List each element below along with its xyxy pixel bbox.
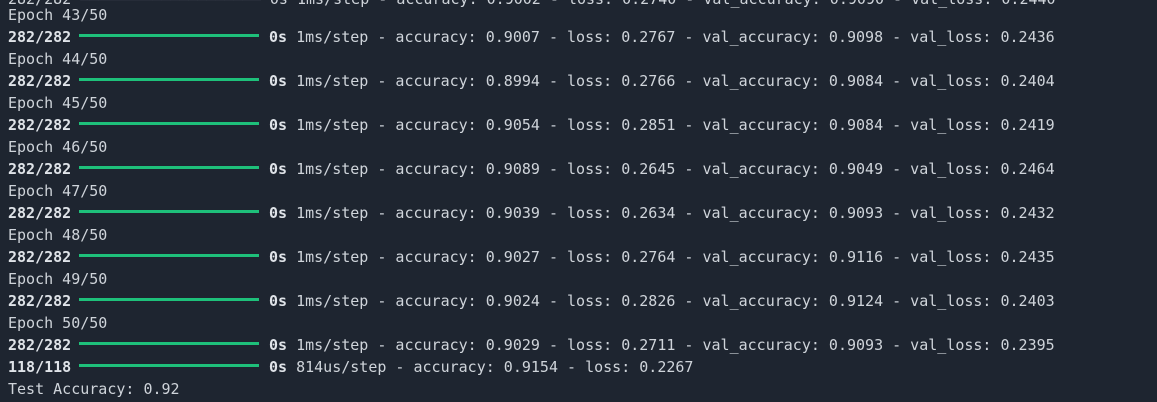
metrics-text: 814us/step - accuracy: 0.9154 - loss: 0.… — [296, 358, 694, 376]
progress-bar — [79, 78, 259, 81]
step-count: 282/282 — [8, 72, 72, 90]
test-accuracy-line: Test Accuracy: 0.92 — [8, 380, 180, 398]
clipped-previous-line: 282/282 ━━━━━━━━━━━━━━━━━━━━ 0s 1ms/step… — [8, 0, 1056, 10]
epoch-header: Epoch 44/50 — [8, 50, 108, 68]
epoch-progress-line: 282/282 0s 1ms/step - accuracy: 0.9007 - … — [8, 26, 1055, 48]
elapsed-time: 0s — [269, 204, 288, 222]
step-count: 282/282 — [8, 160, 72, 178]
elapsed-time: 0s — [269, 248, 288, 266]
epoch-header: Epoch 43/50 — [8, 6, 108, 24]
step-count: 282/282 — [8, 248, 72, 266]
step-count: 282/282 — [8, 28, 72, 46]
elapsed-time: 0s — [269, 116, 288, 134]
epoch-progress-line: 282/282 0s 1ms/step - accuracy: 0.9054 - … — [8, 114, 1055, 136]
progress-bar — [79, 342, 259, 345]
terminal-output: 282/282 ━━━━━━━━━━━━━━━━━━━━ 0s 1ms/step… — [0, 0, 1157, 402]
metrics-text: 1ms/step - accuracy: 0.9027 - loss: 0.27… — [296, 248, 1055, 266]
epoch-progress-line: 282/282 0s 1ms/step - accuracy: 0.9024 - … — [8, 290, 1055, 312]
epoch-progress-line: 282/282 0s 1ms/step - accuracy: 0.9029 - … — [8, 334, 1055, 356]
elapsed-time: 0s — [269, 336, 288, 354]
progress-bar — [79, 210, 259, 213]
step-count: 282/282 — [8, 204, 72, 222]
epoch-header: Epoch 49/50 — [8, 270, 108, 288]
metrics-text: 1ms/step - accuracy: 0.9007 - loss: 0.27… — [296, 28, 1055, 46]
elapsed-time: 0s — [269, 292, 288, 310]
epoch-header: Epoch 48/50 — [8, 226, 108, 244]
metrics-text: 1ms/step - accuracy: 0.9054 - loss: 0.28… — [296, 116, 1055, 134]
evaluation-progress-line: 118/118 0s 814us/step - accuracy: 0.9154 … — [8, 356, 693, 378]
progress-bar — [79, 364, 259, 367]
step-count: 118/118 — [8, 358, 72, 376]
progress-bar — [79, 254, 259, 257]
epoch-progress-line: 282/282 0s 1ms/step - accuracy: 0.9089 - … — [8, 158, 1055, 180]
metrics-text: 1ms/step - accuracy: 0.8994 - loss: 0.27… — [296, 72, 1055, 90]
progress-bar — [79, 34, 259, 37]
elapsed-time: 0s — [269, 28, 288, 46]
epoch-header: Epoch 45/50 — [8, 94, 108, 112]
epoch-progress-line: 282/282 0s 1ms/step - accuracy: 0.9027 - … — [8, 246, 1055, 268]
progress-bar — [79, 122, 259, 125]
elapsed-time: 0s — [269, 72, 288, 90]
epoch-progress-line: 282/282 0s 1ms/step - accuracy: 0.9039 - … — [8, 202, 1055, 224]
metrics-text: 1ms/step - accuracy: 0.9024 - loss: 0.28… — [296, 292, 1055, 310]
elapsed-time: 0s — [269, 160, 288, 178]
epoch-header: Epoch 47/50 — [8, 182, 108, 200]
epoch-header: Epoch 46/50 — [8, 138, 108, 156]
elapsed-time: 0s — [269, 358, 288, 376]
epoch-progress-line: 282/282 0s 1ms/step - accuracy: 0.8994 - … — [8, 70, 1055, 92]
progress-bar — [79, 166, 259, 169]
step-count: 282/282 — [8, 336, 72, 354]
epoch-header: Epoch 50/50 — [8, 314, 108, 332]
metrics-text: 1ms/step - accuracy: 0.9039 - loss: 0.26… — [296, 204, 1055, 222]
step-count: 282/282 — [8, 292, 72, 310]
metrics-text: 1ms/step - accuracy: 0.9029 - loss: 0.27… — [296, 336, 1055, 354]
metrics-text: 1ms/step - accuracy: 0.9089 - loss: 0.26… — [296, 160, 1055, 178]
step-count: 282/282 — [8, 116, 72, 134]
progress-bar — [79, 298, 259, 301]
